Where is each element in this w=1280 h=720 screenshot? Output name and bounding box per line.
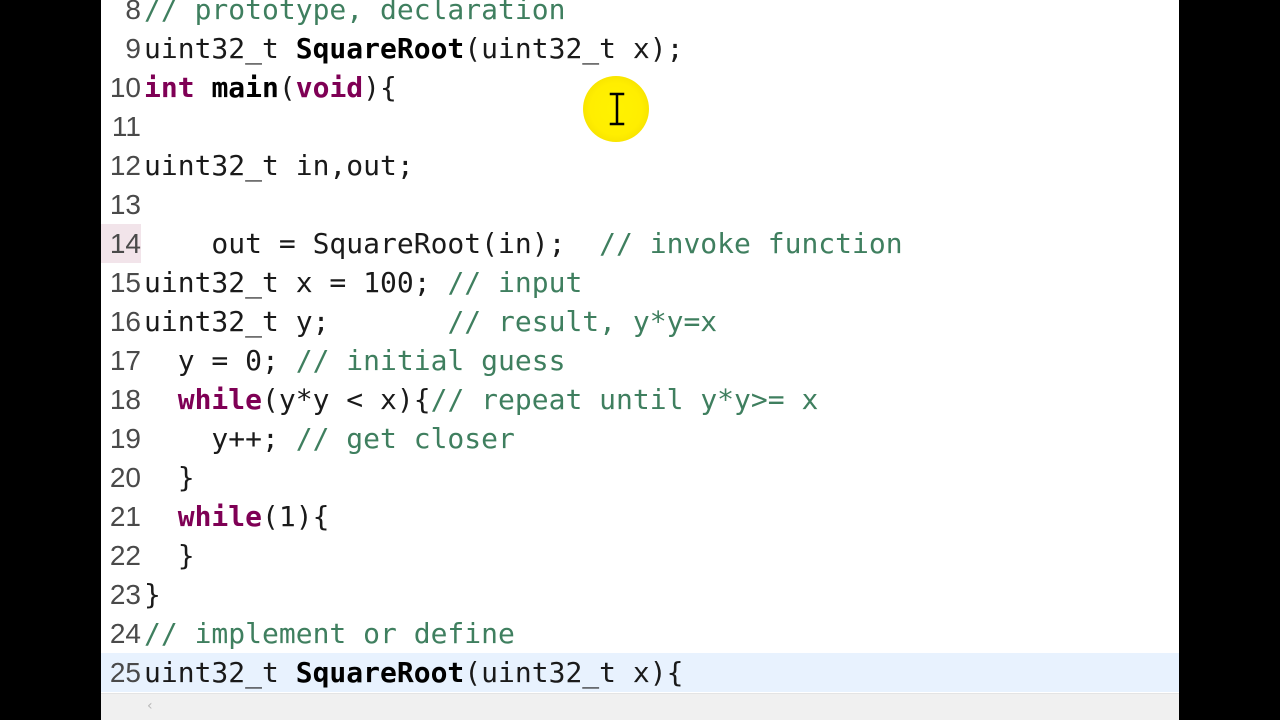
code-line[interactable]: 17 y = 0; // initial guess (101, 341, 1179, 380)
code-token: y++; (144, 422, 296, 455)
code-line[interactable]: 9 uint32_t SquareRoot(uint32_t x); (101, 29, 1179, 68)
code-text[interactable]: y = 0; // initial guess (144, 341, 566, 380)
code-line[interactable]: 15 uint32_t x = 100; // input (101, 263, 1179, 302)
code-line[interactable]: 19 y++; // get closer (101, 419, 1179, 458)
horizontal-scrollbar[interactable]: ‹ (101, 693, 1179, 720)
code-token: uint32_t (144, 656, 296, 689)
line-number: 10 (109, 72, 141, 103)
code-token: uint32_t y; (144, 305, 448, 338)
text-ibeam-icon (609, 92, 625, 126)
code-text[interactable]: y++; // get closer (144, 419, 515, 458)
code-text[interactable]: int main(void){ (144, 68, 397, 107)
code-text[interactable]: uint32_t y; // result, y*y=x (144, 302, 717, 341)
code-text[interactable]: uint32_t in,out; (144, 146, 414, 185)
code-line[interactable]: 22 } (101, 536, 1179, 575)
code-comment: // result, y*y=x (447, 305, 718, 338)
line-number: 23 (109, 579, 141, 610)
code-token: uint32_t x = 100; (144, 266, 448, 299)
line-number: 21 (109, 501, 141, 532)
line-number: 25 (109, 657, 141, 688)
line-number: 17 (109, 345, 141, 376)
chevron-left-icon[interactable]: ‹ (147, 698, 153, 714)
line-number: 8 (125, 0, 141, 25)
line-number: 13 (109, 189, 141, 220)
code-line[interactable]: 12 uint32_t in,out; (101, 146, 1179, 185)
code-comment: // repeat until y*y>= x (430, 383, 819, 416)
code-text[interactable]: while(1){ (144, 497, 330, 536)
code-line[interactable]: 18 while(y*y < x){// repeat until y*y>= … (101, 380, 1179, 419)
code-text[interactable]: uint32_t SquareRoot(uint32_t x){ (144, 653, 683, 692)
code-text[interactable]: } (144, 575, 161, 614)
line-number: 14 (101, 224, 141, 263)
code-line[interactable]: 21 while(1){ (101, 497, 1179, 536)
code-text[interactable]: } (144, 458, 195, 497)
line-number: 11 (111, 111, 141, 142)
code-line[interactable]: 20 } (101, 458, 1179, 497)
code-keyword: while (177, 383, 263, 416)
code-text[interactable]: } (144, 536, 195, 575)
code-text[interactable]: // prototype, declaration (144, 0, 565, 29)
code-line[interactable]: 23} (101, 575, 1179, 614)
code-token: (y*y < x){ (262, 383, 431, 416)
code-text[interactable]: uint32_t SquareRoot(uint32_t x); (144, 29, 683, 68)
line-number: 18 (109, 384, 141, 415)
code-text[interactable]: out = SquareRoot(in); // invoke function (144, 224, 903, 263)
code-line[interactable]: 24// implement or define (101, 614, 1179, 653)
code-line[interactable]: 14 out = SquareRoot(in); // invoke funct… (101, 224, 1179, 263)
code-token: out = SquareRoot(in); (144, 227, 600, 260)
code-keyword: void (295, 71, 364, 104)
code-text[interactable]: // implement or define (144, 614, 515, 653)
code-line[interactable]: 16 uint32_t y; // result, y*y=x (101, 302, 1179, 341)
code-token: } (144, 539, 195, 572)
line-number: 16 (109, 306, 141, 337)
code-comment: // implement or define (144, 617, 515, 650)
code-text[interactable]: uint32_t x = 100; // input (144, 263, 582, 302)
code-comment: // initial guess (295, 344, 566, 377)
code-comment: // prototype, declaration (144, 0, 566, 26)
code-comment: // invoke function (599, 227, 903, 260)
code-text[interactable]: while(y*y < x){// repeat until y*y>= x (144, 380, 819, 419)
code-keyword: while (177, 500, 263, 533)
code-comment: // input (447, 266, 583, 299)
code-token: (uint32_t x); (464, 32, 684, 65)
code-token: ( (278, 71, 296, 104)
code-line[interactable]: 8// prototype, declaration (101, 0, 1179, 29)
line-number: 22 (109, 540, 141, 571)
code-line[interactable]: 25 uint32_t SquareRoot(uint32_t x){ (101, 653, 1179, 692)
code-comment: // get closer (295, 422, 515, 455)
line-number: 19 (109, 423, 141, 454)
line-number: 20 (109, 462, 141, 493)
line-number: 15 (109, 267, 141, 298)
code-token: uint32_t in,out; (144, 149, 414, 182)
code-token: y = 0; (144, 344, 296, 377)
line-number: 24 (109, 618, 141, 649)
code-function-name: main (211, 71, 279, 104)
code-keyword: int (144, 71, 195, 104)
code-token: } (144, 578, 161, 611)
line-number: 9 (125, 33, 141, 64)
code-token: ){ (363, 71, 397, 104)
code-token: } (144, 461, 195, 494)
code-token: (uint32_t x){ (464, 656, 684, 689)
line-number: 12 (109, 150, 141, 181)
code-token: uint32_t (144, 32, 296, 65)
code-line[interactable]: 13 (101, 185, 1179, 224)
code-token: (1){ (262, 500, 330, 533)
code-function-name: SquareRoot (295, 656, 465, 689)
code-function-name: SquareRoot (295, 32, 465, 65)
